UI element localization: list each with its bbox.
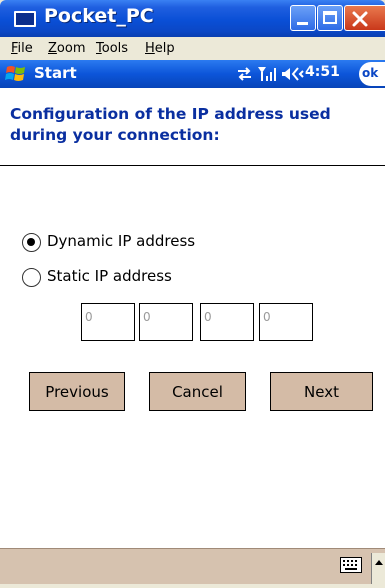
radio-selected-dot [27,238,35,246]
sip-toggle[interactable] [371,553,385,584]
clock[interactable]: 4:51 [305,64,340,80]
ip-octet-1[interactable]: 0 [81,303,135,341]
menu-zoom[interactable]: Zoom [48,41,85,56]
close-icon [352,11,368,27]
close-button[interactable] [344,5,385,31]
menu-help[interactable]: Help [145,41,175,56]
radio-static-ip-label[interactable]: Static IP address [47,267,172,285]
signal-icon [258,67,276,81]
keyboard-icon[interactable] [340,557,362,573]
windows-flag-icon[interactable] [4,63,28,85]
ip-octet-2[interactable]: 0 [139,303,193,341]
radio-dynamic-ip-label[interactable]: Dynamic IP address [47,232,195,250]
status-icons [238,67,304,81]
page-title: Configuration of the IP address used dur… [10,105,331,144]
start-label[interactable]: Start [34,64,77,82]
sip-up-arrow-icon [375,560,383,565]
volume-icon [282,67,304,81]
maximize-icon [323,11,337,24]
cancel-button[interactable]: Cancel [149,372,246,411]
maximize-button[interactable] [317,5,343,31]
bottom-menu-bar [0,548,385,584]
menu-file[interactable]: File [11,41,33,56]
ip-octet-4[interactable]: 0 [259,303,313,341]
app-window-icon [14,11,36,27]
connectivity-icon [238,67,251,81]
window-title: Pocket_PC [44,5,154,27]
radio-dynamic-ip[interactable] [22,233,41,252]
divider [0,165,385,166]
previous-button[interactable]: Previous [29,372,125,411]
next-button[interactable]: Next [270,372,373,411]
ip-octet-3[interactable]: 0 [200,303,254,341]
minimize-button[interactable] [290,5,316,31]
menu-tools[interactable]: Tools [96,41,128,56]
ok-label: ok [362,66,379,80]
minimize-icon [297,22,308,25]
radio-static-ip[interactable] [22,268,41,287]
